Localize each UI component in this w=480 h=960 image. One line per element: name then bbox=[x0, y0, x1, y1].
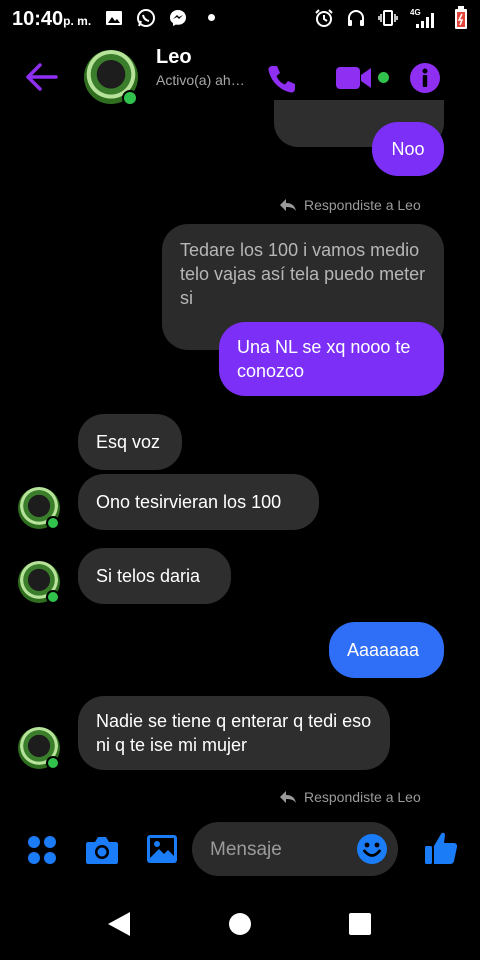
message-text: Ono tesirvieran los 100 bbox=[96, 492, 282, 512]
received-message-bubble[interactable]: Ono tesirvieran los 100 bbox=[78, 474, 319, 530]
message-text: Esq voz bbox=[96, 432, 161, 452]
sent-message-bubble[interactable]: Noo bbox=[372, 122, 444, 176]
smiley-icon[interactable] bbox=[356, 833, 388, 865]
alarm-icon bbox=[315, 9, 333, 27]
message-text: Si telos daria bbox=[96, 566, 201, 586]
reply-note: Respondiste a Leo bbox=[278, 786, 421, 808]
messenger-notification-icon bbox=[170, 10, 186, 26]
online-indicator bbox=[122, 90, 138, 106]
camera-icon[interactable] bbox=[85, 835, 119, 865]
message-text: Una NL se xq nooo te conozco bbox=[237, 337, 411, 381]
received-message-bubble[interactable]: Nadie se tiene q enterar q tedi eso ni q… bbox=[78, 696, 390, 770]
back-triangle-icon[interactable] bbox=[106, 910, 132, 938]
signal-icon bbox=[416, 13, 434, 28]
reply-note: Respondiste a Leo bbox=[278, 194, 421, 216]
message-input-placeholder: Mensaje bbox=[210, 839, 282, 860]
online-indicator bbox=[46, 590, 60, 604]
status-time: 10:40p. m. bbox=[12, 8, 92, 30]
sent-message-bubble[interactable]: Una NL se xq nooo te conozco bbox=[219, 322, 444, 396]
received-message-bubble[interactable]: Si telos daria bbox=[78, 548, 231, 604]
video-camera-icon[interactable] bbox=[334, 64, 374, 92]
reply-arrow-icon bbox=[280, 199, 296, 211]
video-active-dot bbox=[378, 72, 389, 83]
battery-icon bbox=[455, 6, 467, 29]
image-icon[interactable] bbox=[146, 834, 178, 864]
reply-note-text: Respondiste a Leo bbox=[304, 789, 421, 805]
sent-message-bubble[interactable]: Aaaaaaa bbox=[329, 622, 444, 678]
received-message-bubble[interactable]: Esq voz bbox=[78, 414, 182, 470]
online-indicator bbox=[46, 756, 60, 770]
whatsapp-notification-icon bbox=[137, 9, 155, 27]
four-dots-icon[interactable] bbox=[27, 835, 57, 865]
back-arrow-icon[interactable] bbox=[24, 62, 58, 92]
contact-status: Activo(a) ahora bbox=[156, 72, 246, 88]
message-text: Noo bbox=[391, 139, 425, 159]
home-circle-icon[interactable] bbox=[229, 913, 251, 935]
phone-icon[interactable] bbox=[266, 63, 298, 95]
quoted-text: Tedare los 100 i vamos medio telo vajas … bbox=[180, 240, 426, 308]
reply-note-text: Respondiste a Leo bbox=[304, 197, 421, 213]
recents-square-icon[interactable] bbox=[349, 913, 371, 935]
contact-name[interactable]: Leo bbox=[156, 46, 192, 69]
reply-arrow-icon bbox=[280, 791, 296, 803]
system-navigation-bar bbox=[0, 890, 480, 960]
status-bar: 10:40p. m. 4G bbox=[0, 0, 480, 36]
more-notifications-dot bbox=[208, 14, 215, 21]
online-indicator bbox=[46, 516, 60, 530]
message-text: Nadie se tiene q enterar q tedi eso ni q… bbox=[96, 711, 372, 755]
message-text: Aaaaaaa bbox=[347, 640, 420, 660]
vibrate-icon bbox=[378, 10, 398, 26]
thumbs-up-icon[interactable] bbox=[424, 830, 458, 866]
status-ampm: p. m. bbox=[63, 14, 92, 28]
info-icon[interactable] bbox=[409, 62, 441, 94]
gallery-notification-icon bbox=[106, 11, 122, 25]
headphones-icon bbox=[348, 10, 364, 26]
